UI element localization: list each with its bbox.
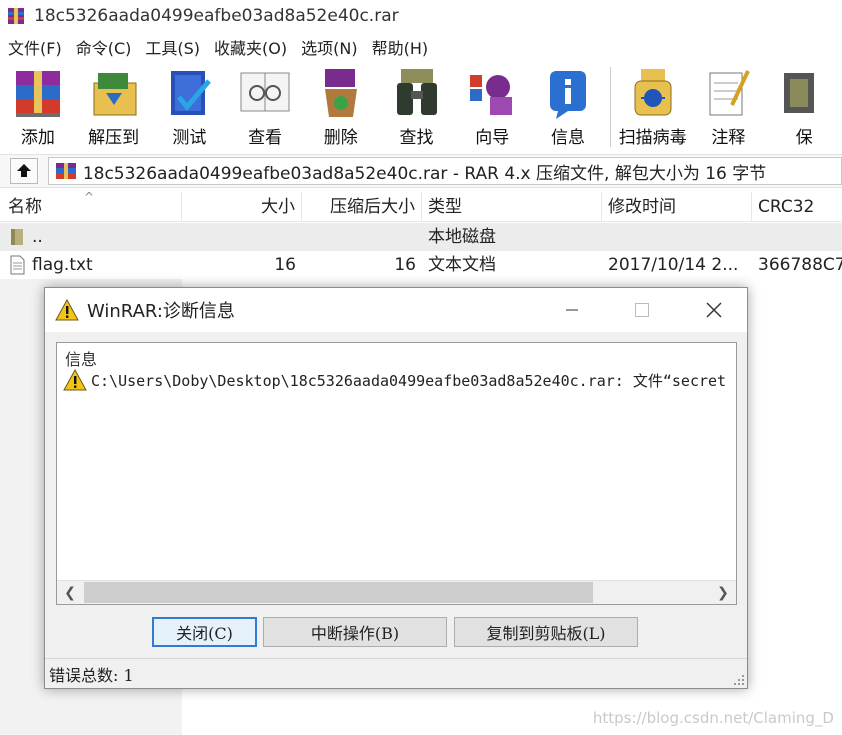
comment-notepad-icon: [709, 70, 751, 116]
address-bar: 18c5326aada0499eafbe03ad8a52e40c.rar - R…: [0, 154, 842, 188]
extract-to-button[interactable]: 解压到: [76, 62, 152, 152]
menu-commands[interactable]: 命令(C): [68, 35, 138, 59]
close-icon: [706, 302, 722, 318]
column-type[interactable]: 类型: [422, 191, 602, 222]
comment-button[interactable]: 注释: [691, 62, 767, 152]
toolbar: 添加 解压到 测试 查看 删除 查找 向导 信息 扫描病毒 注释 保: [0, 62, 842, 152]
menu-favorites[interactable]: 收藏夹(O): [206, 35, 293, 59]
table-row[interactable]: .. 本地磁盘: [0, 223, 842, 251]
row-packed-size: 16: [394, 255, 416, 275]
wizard-button[interactable]: 向导: [454, 62, 530, 152]
scroll-left-icon[interactable]: ❮: [57, 581, 83, 604]
info-button[interactable]: 信息: [530, 62, 606, 152]
minimize-button[interactable]: [549, 288, 595, 332]
dialog-statusbar: 错误总数: 1: [45, 658, 747, 688]
protect-icon: [784, 73, 815, 113]
window-title: 18c5326aada0499eafbe03ad8a52e40c.rar: [34, 6, 399, 26]
dialog-titlebar: WinRAR:诊断信息: [45, 288, 747, 332]
list-item[interactable]: C:\Users\Doby\Desktop\18c5326aada0499eaf…: [63, 369, 726, 391]
warning-icon: [55, 299, 79, 321]
menu-bar: 文件(F) 命令(C) 工具(S) 收藏夹(O) 选项(N) 帮助(H): [0, 33, 434, 61]
archive-books-icon: [15, 71, 60, 117]
virus-scan-button[interactable]: 扫描病毒: [615, 62, 691, 152]
file-list-header: ^ 名称 大小 压缩后大小 类型 修改时间 CRC32: [0, 191, 842, 222]
watermark: https://blog.csdn.net/Claming_D: [592, 709, 834, 727]
abort-button[interactable]: 中断操作(B): [263, 617, 447, 647]
row-size: 16: [274, 255, 296, 275]
folder-up-icon: [11, 229, 23, 245]
diagnostic-dialog: WinRAR:诊断信息 信息 C:\Users\Doby\Desktop\18c…: [44, 287, 748, 689]
virus-scan-icon: [634, 69, 672, 116]
menu-options[interactable]: 选项(N): [293, 35, 363, 59]
minimize-icon: [566, 309, 578, 311]
column-size[interactable]: 大小: [182, 191, 302, 222]
menu-help[interactable]: 帮助(H): [364, 35, 435, 59]
view-button[interactable]: 查看: [227, 62, 303, 152]
message-list[interactable]: 信息 C:\Users\Doby\Desktop\18c5326aada0499…: [56, 342, 737, 605]
dialog-title: WinRAR:诊断信息: [87, 301, 235, 322]
extract-folder-icon: [93, 73, 137, 116]
message-list-header: 信息: [65, 350, 98, 369]
address-field[interactable]: 18c5326aada0499eafbe03ad8a52e40c.rar - R…: [47, 157, 842, 185]
maximize-icon: [635, 303, 649, 317]
scroll-thumb[interactable]: [84, 582, 593, 603]
winrar-app-icon: [8, 8, 24, 24]
maximize-button[interactable]: [619, 288, 665, 332]
close-window-button[interactable]: [691, 288, 737, 332]
find-binoculars-icon: [396, 69, 437, 115]
wizard-icon: [470, 75, 513, 115]
close-button[interactable]: 关闭(C): [152, 617, 257, 647]
row-type: 本地磁盘: [428, 227, 496, 247]
menu-tools[interactable]: 工具(S): [137, 35, 206, 59]
info-icon: [550, 71, 586, 119]
menu-file[interactable]: 文件(F): [0, 35, 68, 59]
column-modified[interactable]: 修改时间: [602, 191, 752, 222]
row-name: flag.txt: [32, 255, 93, 275]
row-name: ..: [32, 227, 43, 247]
delete-recycle-icon: [324, 69, 357, 117]
rar-archive-icon: [55, 163, 76, 179]
column-packed-size[interactable]: 压缩后大小: [302, 191, 422, 222]
row-type: 文本文档: [428, 255, 496, 275]
protect-button[interactable]: 保: [766, 62, 842, 152]
toolbar-separator: [609, 67, 611, 147]
horizontal-scrollbar[interactable]: ❮ ❯: [57, 580, 736, 604]
warning-icon: [63, 369, 87, 391]
error-count: 错误总数: 1: [49, 665, 134, 685]
window-titlebar: 18c5326aada0499eafbe03ad8a52e40c.rar: [0, 0, 842, 32]
up-folder-button[interactable]: [10, 158, 38, 184]
test-button[interactable]: 测试: [151, 62, 227, 152]
resize-grip-icon[interactable]: [733, 674, 745, 686]
column-crc32[interactable]: CRC32: [752, 192, 842, 222]
column-name[interactable]: ^ 名称: [0, 191, 182, 222]
sort-indicator-icon: ^: [84, 191, 95, 204]
view-glasses-icon: [240, 72, 290, 112]
test-check-icon: [171, 71, 212, 115]
address-text: 18c5326aada0499eafbe03ad8a52e40c.rar - R…: [82, 163, 767, 184]
table-row[interactable]: flag.txt 16 16 文本文档 2017/10/14 2... 3667…: [0, 251, 842, 279]
copy-to-clipboard-button[interactable]: 复制到剪贴板(L): [454, 617, 638, 647]
message-text: C:\Users\Doby\Desktop\18c5326aada0499eaf…: [91, 371, 727, 390]
text-file-icon: [10, 255, 25, 275]
row-crc32: 366788C7: [758, 255, 842, 275]
row-modified: 2017/10/14 2...: [608, 255, 739, 275]
arrow-up-icon: [16, 164, 31, 177]
find-button[interactable]: 查找: [379, 62, 455, 152]
delete-button[interactable]: 删除: [303, 62, 379, 152]
scroll-right-icon[interactable]: ❯: [710, 581, 736, 604]
add-button[interactable]: 添加: [0, 62, 76, 152]
